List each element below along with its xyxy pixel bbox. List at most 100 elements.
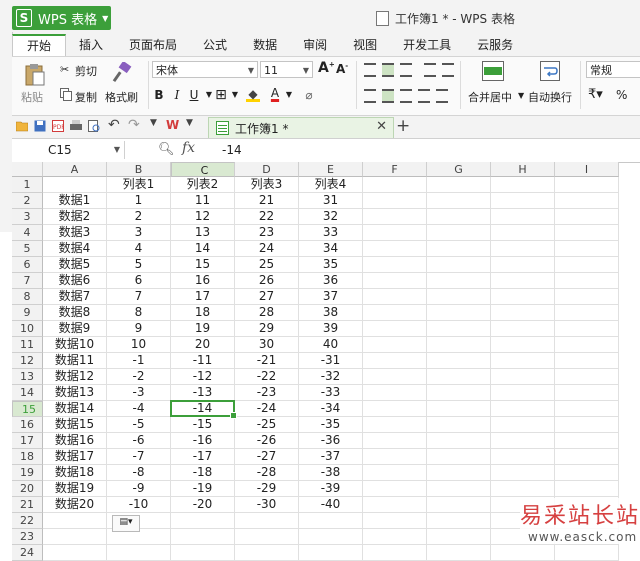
column-header-f[interactable]: F xyxy=(363,162,427,177)
align-center-icon[interactable] xyxy=(382,89,394,103)
cell-f10[interactable] xyxy=(363,321,427,337)
cell-h9[interactable] xyxy=(491,305,555,321)
cell-i11[interactable] xyxy=(555,337,619,353)
cell-d21[interactable]: -30 xyxy=(235,497,299,513)
number-format-select[interactable]: 常规 xyxy=(586,61,640,78)
column-header-e[interactable]: E xyxy=(299,162,363,177)
cell-c13[interactable]: -12 xyxy=(171,369,235,385)
cell-a6[interactable]: 数据5 xyxy=(43,257,107,273)
paste-label[interactable]: 粘贴 xyxy=(21,89,43,105)
cell-e16[interactable]: -35 xyxy=(299,417,363,433)
cell-i13[interactable] xyxy=(555,369,619,385)
cell-a3[interactable]: 数据2 xyxy=(43,209,107,225)
cell-f12[interactable] xyxy=(363,353,427,369)
cell-e11[interactable]: 40 xyxy=(299,337,363,353)
cell-b10[interactable]: 9 xyxy=(107,321,171,337)
cell-e13[interactable]: -32 xyxy=(299,369,363,385)
row-header[interactable]: 3 xyxy=(12,209,43,225)
close-icon[interactable]: ✕ xyxy=(376,119,387,134)
cell-i12[interactable] xyxy=(555,353,619,369)
cell-e19[interactable]: -38 xyxy=(299,465,363,481)
cell-e24[interactable] xyxy=(299,545,363,561)
cell-g13[interactable] xyxy=(427,369,491,385)
cell-g8[interactable] xyxy=(427,289,491,305)
cell-i15[interactable] xyxy=(555,401,619,417)
cell-e1[interactable]: 列表4 xyxy=(299,177,363,193)
grow-font-icon[interactable]: A+ xyxy=(318,60,335,76)
row-header[interactable]: 10 xyxy=(12,321,43,337)
cell-d3[interactable]: 22 xyxy=(235,209,299,225)
new-tab-plus-icon[interactable]: + xyxy=(396,116,410,136)
cell-b11[interactable]: 10 xyxy=(107,337,171,353)
cell-c20[interactable]: -19 xyxy=(171,481,235,497)
align-left-icon[interactable] xyxy=(364,89,376,103)
cell-b18[interactable]: -7 xyxy=(107,449,171,465)
cell-b17[interactable]: -6 xyxy=(107,433,171,449)
column-header-d[interactable]: D xyxy=(235,162,299,177)
cell-e7[interactable]: 36 xyxy=(299,273,363,289)
row-header[interactable]: 14 xyxy=(12,385,43,401)
cut-button[interactable]: 剪切 xyxy=(75,63,97,79)
print-icon[interactable] xyxy=(70,120,82,132)
cell-g3[interactable] xyxy=(427,209,491,225)
cell-g9[interactable] xyxy=(427,305,491,321)
cell-i1[interactable] xyxy=(555,177,619,193)
cell-f21[interactable] xyxy=(363,497,427,513)
row-header[interactable]: 24 xyxy=(12,545,43,561)
undo-icon[interactable]: ↶ xyxy=(108,117,120,133)
align-middle-icon[interactable] xyxy=(382,63,394,77)
cell-g16[interactable] xyxy=(427,417,491,433)
row-header[interactable]: 8 xyxy=(12,289,43,305)
cell-h6[interactable] xyxy=(491,257,555,273)
increase-indent-icon[interactable] xyxy=(442,63,454,77)
row-header[interactable]: 4 xyxy=(12,225,43,241)
open-folder-icon[interactable] xyxy=(16,120,28,132)
row-header[interactable]: 11 xyxy=(12,337,43,353)
cell-h15[interactable] xyxy=(491,401,555,417)
cell-a19[interactable]: 数据18 xyxy=(43,465,107,481)
cell-c7[interactable]: 16 xyxy=(171,273,235,289)
cell-i5[interactable] xyxy=(555,241,619,257)
customize-qat-icon[interactable]: ▼ xyxy=(150,118,162,130)
cell-a16[interactable]: 数据15 xyxy=(43,417,107,433)
tab-insert[interactable]: 插入 xyxy=(66,34,116,56)
cell-f16[interactable] xyxy=(363,417,427,433)
name-box[interactable]: C15 ▼ xyxy=(12,141,125,159)
clear-format-icon[interactable]: ⌀ xyxy=(302,87,316,103)
export-pdf-icon[interactable]: PDF xyxy=(52,120,64,132)
cell-b6[interactable]: 5 xyxy=(107,257,171,273)
cell-a10[interactable]: 数据9 xyxy=(43,321,107,337)
cell-g14[interactable] xyxy=(427,385,491,401)
cell-i2[interactable] xyxy=(555,193,619,209)
column-header-c[interactable]: C xyxy=(171,162,235,177)
row-header[interactable]: 17 xyxy=(12,433,43,449)
row-header[interactable]: 19 xyxy=(12,465,43,481)
cell-b15[interactable]: -4 xyxy=(107,401,171,417)
cell-e18[interactable]: -37 xyxy=(299,449,363,465)
cell-e15[interactable]: -34 xyxy=(299,401,363,417)
cell-h24[interactable] xyxy=(491,545,555,561)
cell-f17[interactable] xyxy=(363,433,427,449)
cell-d18[interactable]: -27 xyxy=(235,449,299,465)
cell-e9[interactable]: 38 xyxy=(299,305,363,321)
cell-d24[interactable] xyxy=(235,545,299,561)
wrap-text-button[interactable]: 自动换行 xyxy=(528,89,572,105)
chevron-down-icon[interactable]: ▼ xyxy=(228,87,242,103)
cell-i10[interactable] xyxy=(555,321,619,337)
paste-options-icon[interactable]: ▤▾ xyxy=(112,515,140,532)
cell-h12[interactable] xyxy=(491,353,555,369)
cell-f22[interactable] xyxy=(363,513,427,529)
tab-view[interactable]: 视图 xyxy=(340,34,390,56)
cell-a24[interactable] xyxy=(43,545,107,561)
cell-a2[interactable]: 数据1 xyxy=(43,193,107,209)
cell-g1[interactable] xyxy=(427,177,491,193)
cell-c22[interactable] xyxy=(171,513,235,529)
cell-d8[interactable]: 27 xyxy=(235,289,299,305)
align-top-icon[interactable] xyxy=(364,63,376,77)
cell-e5[interactable]: 34 xyxy=(299,241,363,257)
cell-g23[interactable] xyxy=(427,529,491,545)
cell-b8[interactable]: 7 xyxy=(107,289,171,305)
percent-button[interactable]: % xyxy=(616,88,627,102)
cell-c23[interactable] xyxy=(171,529,235,545)
fill-color-icon[interactable]: ◆ xyxy=(246,86,260,102)
